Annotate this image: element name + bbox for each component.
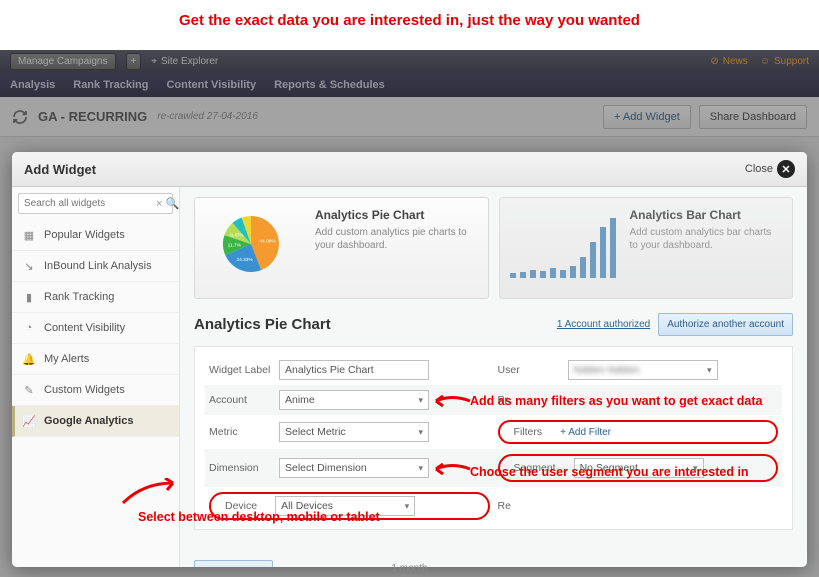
close-button[interactable]: Close ✕ xyxy=(745,160,795,178)
filters-row-highlight: Filters + Add Filter xyxy=(498,420,778,444)
segment-select[interactable]: No Segment xyxy=(574,458,704,478)
card-title: Analytics Pie Chart xyxy=(315,208,478,222)
card-desc: Add custom analytics bar charts to your … xyxy=(630,226,783,252)
metric-select[interactable]: Select Metric xyxy=(279,422,429,442)
eye-icon: ◔ xyxy=(22,321,36,335)
widget-label-label: Widget Label xyxy=(205,355,275,385)
sidebar-item-custom[interactable]: ✎Custom Widgets xyxy=(12,375,179,406)
search-icon[interactable]: 🔍 xyxy=(165,197,179,210)
pie-chart-preview: 44.08%24.33%11.7%8.47% xyxy=(205,208,305,288)
modal-content: 44.08%24.33%11.7%8.47% Analytics Pie Cha… xyxy=(180,187,807,567)
device-label: Device xyxy=(225,500,257,512)
section-title: Analytics Pie Chart xyxy=(194,316,331,333)
sidebar-item-inbound[interactable]: ↘InBound Link Analysis xyxy=(12,251,179,282)
metric-label: Metric xyxy=(205,415,275,449)
dimension-label: Dimension xyxy=(205,449,275,487)
svg-text:24.33%: 24.33% xyxy=(236,257,253,263)
svg-text:11.7%: 11.7% xyxy=(228,242,242,248)
authorize-account-button[interactable]: Authorize another account xyxy=(658,313,793,336)
annotation-top: Get the exact data you are interested in… xyxy=(0,0,819,29)
filters-label: Filters xyxy=(514,426,543,438)
widget-card-pie[interactable]: 44.08%24.33%11.7%8.47% Analytics Pie Cha… xyxy=(194,197,489,299)
sidebar-item-alerts[interactable]: 🔔My Alerts xyxy=(12,344,179,375)
user-select[interactable]: hidden hidden xyxy=(568,360,718,380)
footer-period: 1 month xyxy=(0,563,819,574)
link-icon: ↘ xyxy=(22,259,36,273)
segment-row-highlight: Segment No Segment xyxy=(498,454,778,482)
clear-icon[interactable]: × xyxy=(156,198,162,210)
add-widget-modal: Add Widget Close ✕ × 🔍 ▦Popular Widgets … xyxy=(12,152,807,567)
modal-title: Add Widget xyxy=(24,162,96,177)
grid-icon: ▦ xyxy=(22,228,36,242)
bars-icon: ▮ xyxy=(22,290,36,304)
add-filter-link[interactable]: + Add Filter xyxy=(560,427,611,438)
user-label: User xyxy=(494,355,564,385)
widget-category-sidebar: × 🔍 ▦Popular Widgets ↘InBound Link Analy… xyxy=(12,187,180,567)
account-authorized-link[interactable]: 1 Account authorized xyxy=(557,319,650,330)
search-input-wrap[interactable]: × 🔍 xyxy=(18,193,173,214)
bell-icon: 🔔 xyxy=(22,352,36,366)
svg-text:44.08%: 44.08% xyxy=(259,238,276,244)
sidebar-item-rank[interactable]: ▮Rank Tracking xyxy=(12,282,179,313)
sidebar-item-popular[interactable]: ▦Popular Widgets xyxy=(12,220,179,251)
card-desc: Add custom analytics pie charts to your … xyxy=(315,226,478,252)
pr-label: Pr xyxy=(494,385,564,415)
dimension-select[interactable]: Select Dimension xyxy=(279,458,429,478)
search-input[interactable] xyxy=(24,198,156,209)
card-title: Analytics Bar Chart xyxy=(630,208,783,222)
sidebar-item-google-analytics[interactable]: 📈Google Analytics xyxy=(12,406,179,437)
pencil-icon: ✎ xyxy=(22,383,36,397)
widget-config-form: Widget Label Analytics Pie Chart User hi… xyxy=(194,346,793,530)
account-label: Account xyxy=(205,385,275,415)
analytics-icon: 📈 xyxy=(22,414,36,428)
device-select[interactable]: All Devices xyxy=(275,496,415,516)
modal-header: Add Widget Close ✕ xyxy=(12,152,807,187)
re-label: Re xyxy=(494,487,564,525)
device-row-highlight: Device All Devices xyxy=(209,492,490,520)
sidebar-item-content[interactable]: ◔Content Visibility xyxy=(12,313,179,344)
close-icon: ✕ xyxy=(777,160,795,178)
account-select[interactable]: Anime xyxy=(279,390,429,410)
segment-label: Segment xyxy=(514,462,556,474)
widget-card-bar[interactable]: Analytics Bar Chart Add custom analytics… xyxy=(499,197,794,299)
bar-chart-preview xyxy=(510,208,620,278)
widget-label-input[interactable]: Analytics Pie Chart xyxy=(279,360,429,380)
